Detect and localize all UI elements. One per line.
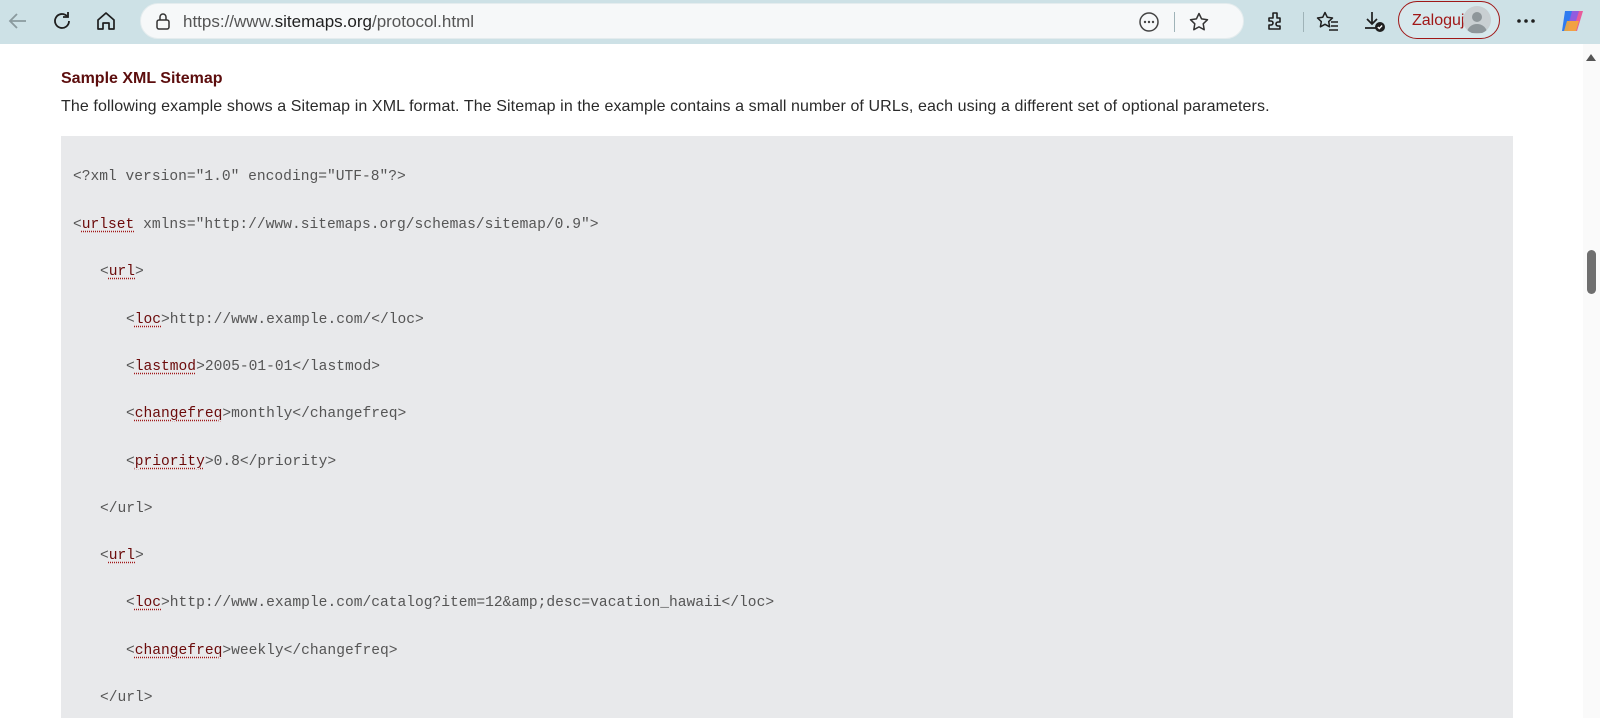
code-block: <?xml version="1.0" encoding="UTF-8"?> <… bbox=[61, 136, 1513, 718]
login-label: Zaloguj bbox=[1412, 12, 1465, 29]
favorites-icon bbox=[1316, 10, 1340, 32]
url-path: /protocol.html bbox=[371, 12, 475, 31]
copilot-button[interactable] bbox=[1555, 4, 1591, 38]
browser-toolbar: https://www.sitemaps.org/protocol.html Z… bbox=[0, 0, 1600, 44]
home-button[interactable] bbox=[88, 4, 124, 38]
xml-tag-link[interactable]: changefreq bbox=[135, 406, 223, 422]
code-line: <urlset xmlns="http://www.sitemaps.org/s… bbox=[73, 217, 599, 233]
xml-tag-link[interactable]: lastmod bbox=[135, 359, 196, 375]
read-aloud-icon[interactable] bbox=[1135, 8, 1163, 36]
xml-tag-link[interactable]: loc bbox=[135, 595, 161, 611]
back-icon bbox=[7, 10, 29, 32]
back-button[interactable] bbox=[0, 4, 36, 38]
profile-icon bbox=[1463, 6, 1491, 34]
address-separator bbox=[1174, 12, 1175, 32]
xml-tag-link[interactable]: url bbox=[109, 264, 135, 280]
xml-tag-link[interactable]: changefreq bbox=[135, 643, 223, 659]
xml-tag-link[interactable]: priority bbox=[135, 454, 205, 470]
home-icon bbox=[95, 10, 117, 32]
extensions-button[interactable] bbox=[1258, 4, 1294, 38]
code-line: <changefreq>weekly</changefreq> bbox=[126, 643, 398, 659]
vertical-scrollbar[interactable] bbox=[1583, 44, 1600, 718]
code-line: <changefreq>monthly</changefreq> bbox=[126, 406, 407, 422]
downloads-button[interactable] bbox=[1356, 4, 1392, 38]
favorites-button[interactable] bbox=[1310, 4, 1346, 38]
lock-icon[interactable] bbox=[151, 9, 175, 33]
code-line: <priority>0.8</priority> bbox=[126, 454, 337, 470]
code-line: <?xml version="1.0" encoding="UTF-8"?> bbox=[73, 169, 406, 185]
code-line: </url> bbox=[100, 501, 153, 517]
downloads-icon bbox=[1362, 9, 1386, 33]
intro-paragraph: The following example shows a Sitemap in… bbox=[61, 98, 1270, 115]
address-bar[interactable]: https://www.sitemaps.org/protocol.html bbox=[140, 3, 1244, 39]
xml-tag-link[interactable]: loc bbox=[135, 312, 161, 328]
url-text[interactable]: https://www.sitemaps.org/protocol.html bbox=[183, 12, 474, 32]
code-line: <loc>http://www.example.com/</loc> bbox=[126, 312, 424, 328]
code-line: <lastmod>2005-01-01</lastmod> bbox=[126, 359, 380, 375]
favorite-star-icon[interactable] bbox=[1185, 8, 1213, 36]
login-button[interactable]: Zaloguj bbox=[1398, 1, 1500, 39]
extensions-icon bbox=[1265, 10, 1287, 32]
more-button[interactable] bbox=[1508, 4, 1544, 38]
copilot-icon bbox=[1559, 7, 1587, 35]
xml-tag-link[interactable]: url bbox=[109, 548, 135, 564]
scrollbar-thumb[interactable] bbox=[1587, 250, 1596, 294]
toolbar-separator bbox=[1303, 12, 1304, 32]
url-prefix: https://www. bbox=[183, 12, 275, 31]
reload-button[interactable] bbox=[44, 4, 80, 38]
section-title: Sample XML Sitemap bbox=[61, 70, 223, 87]
reload-icon bbox=[51, 10, 73, 32]
code-line: <loc>http://www.example.com/catalog?item… bbox=[126, 595, 775, 611]
page-content: Sample XML Sitemap The following example… bbox=[0, 44, 1583, 718]
xml-tag-link[interactable]: urlset bbox=[82, 217, 135, 233]
url-domain: sitemaps.org bbox=[274, 12, 372, 31]
code-line: <url> bbox=[100, 548, 144, 564]
code-line: </url> bbox=[100, 690, 153, 706]
more-icon bbox=[1515, 10, 1537, 32]
scroll-up-arrow-icon[interactable] bbox=[1586, 54, 1596, 61]
code-line: <url> bbox=[100, 264, 144, 280]
